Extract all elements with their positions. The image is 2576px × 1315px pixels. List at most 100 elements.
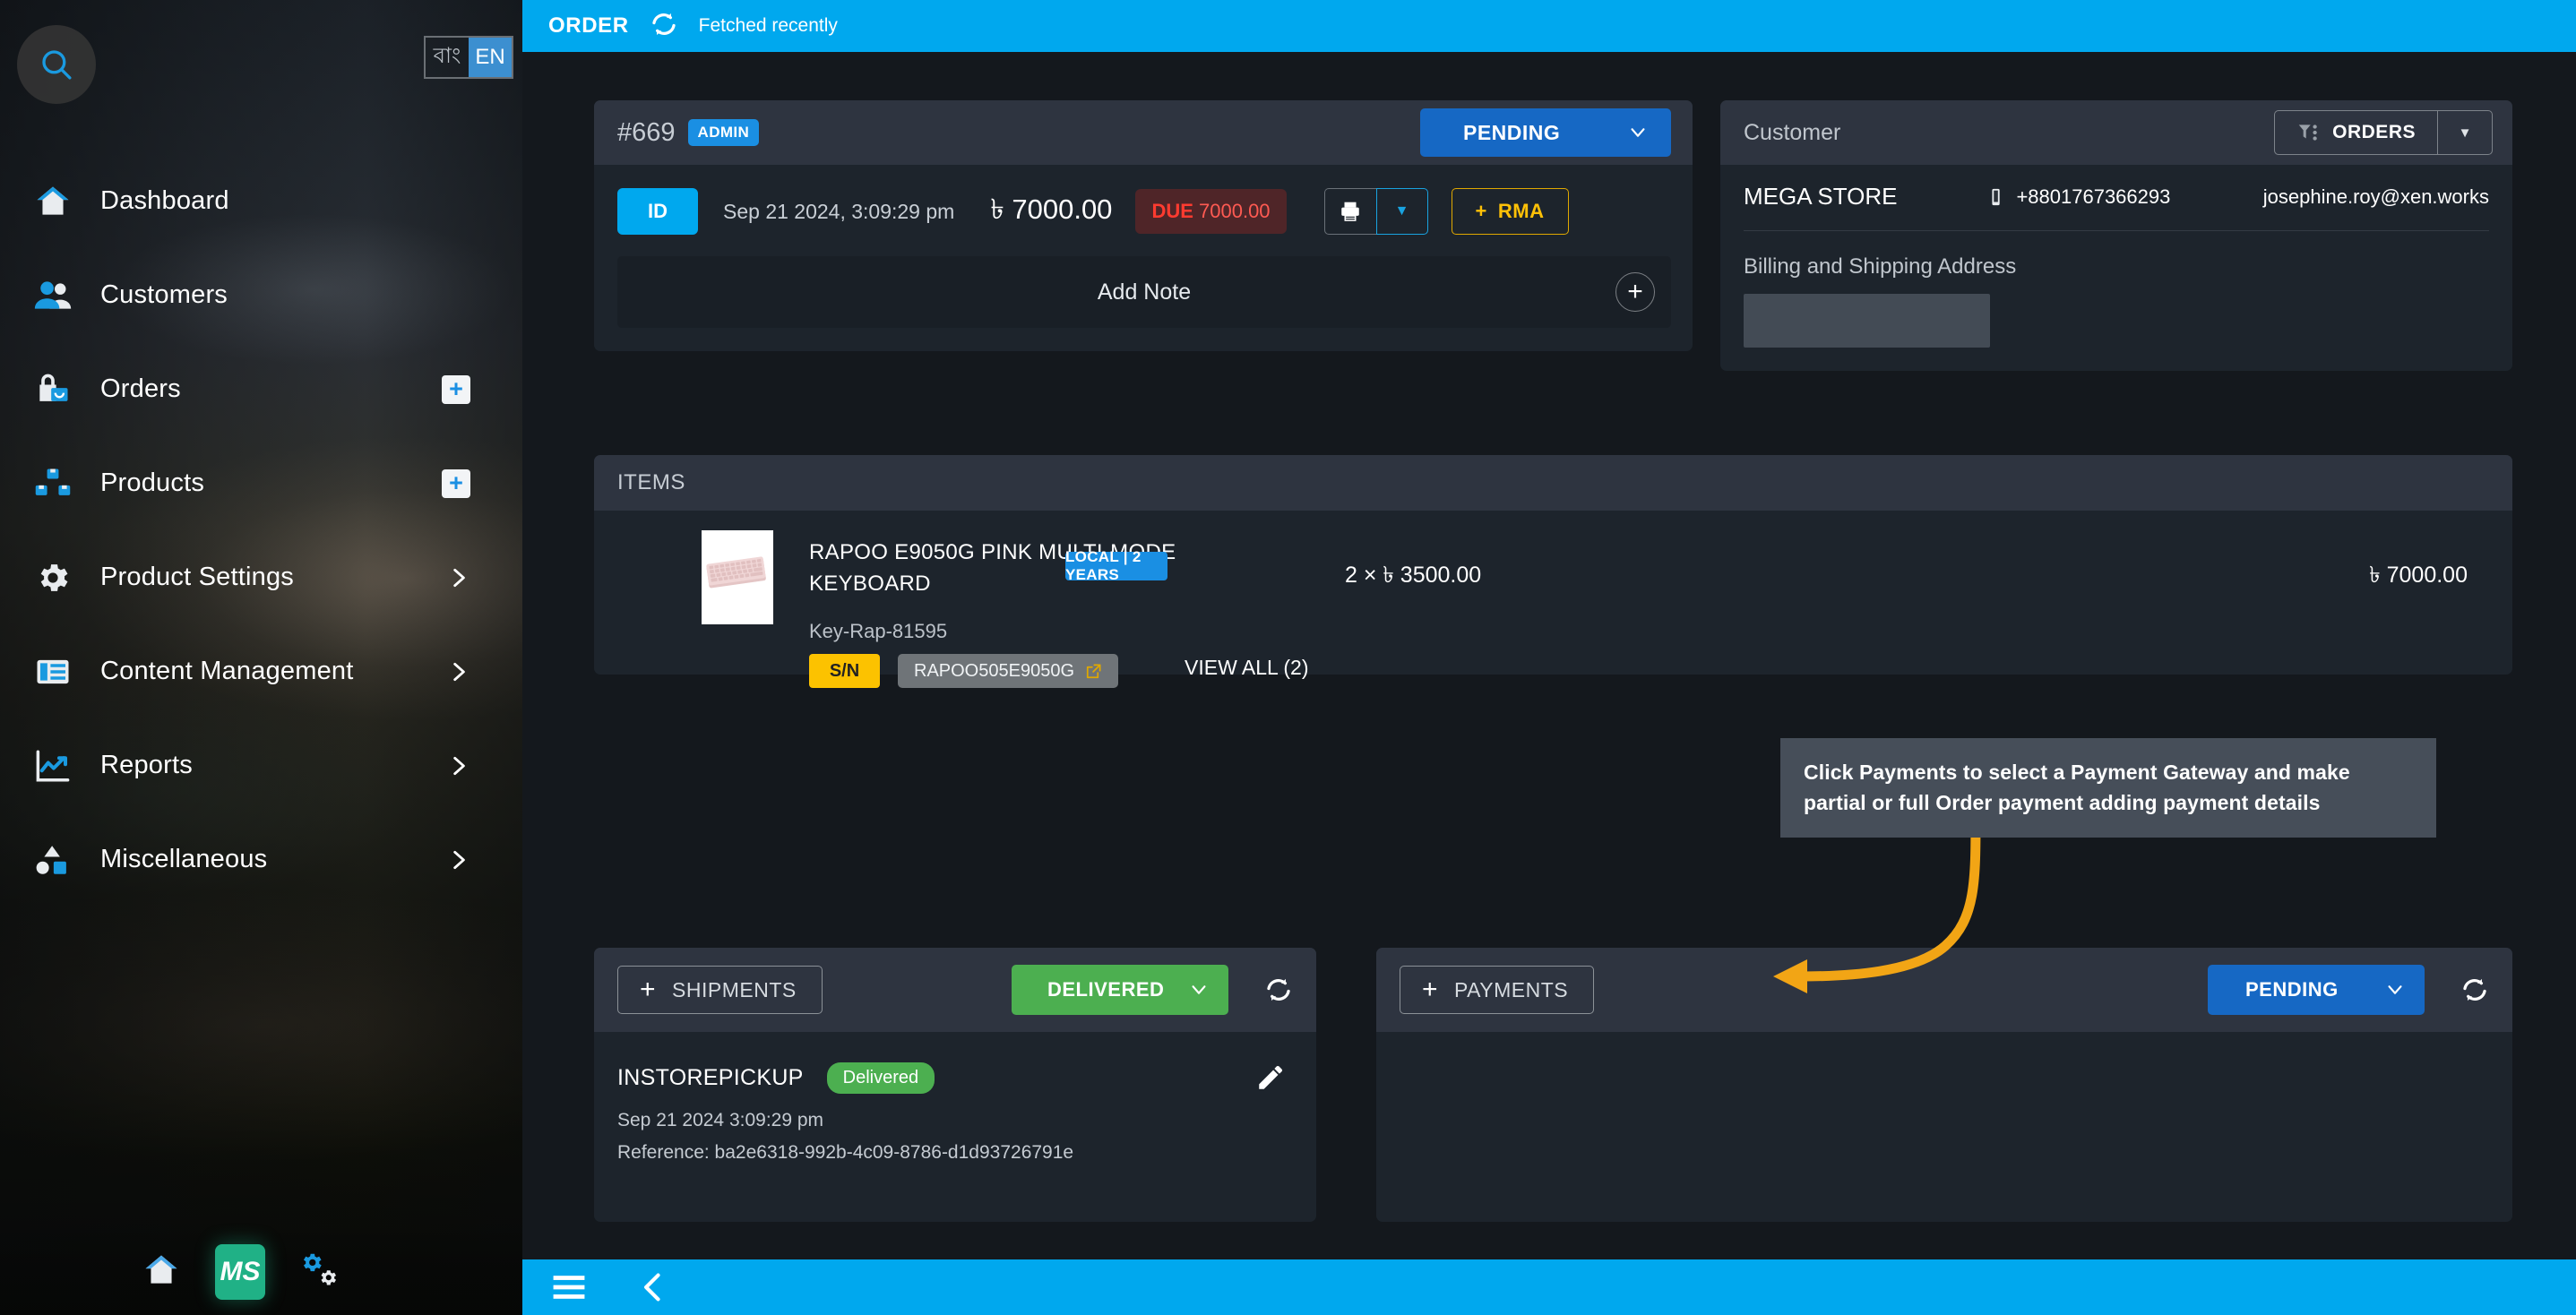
search-icon [42, 50, 72, 80]
chevron-down-icon [2388, 985, 2402, 994]
add-note-button[interactable]: + [1615, 272, 1655, 312]
edit-shipment-button[interactable] [1255, 1062, 1286, 1093]
shipment-status-label: DELIVERED [1047, 978, 1165, 1001]
plus-icon: + [1475, 200, 1487, 222]
sidebar-item-customers[interactable]: Customers [0, 248, 522, 342]
ms-badge[interactable]: MS [215, 1244, 265, 1300]
refresh-icon [2463, 978, 2486, 1001]
language-option-english[interactable]: EN [469, 38, 512, 77]
order-card-header: #669 ADMIN PENDING [594, 100, 1693, 165]
language-toggle[interactable]: বাং EN [424, 36, 513, 79]
hamburger-menu-icon [553, 1276, 585, 1299]
sidebar-item-content-management[interactable]: Content Management [0, 624, 522, 718]
sidebar-item-products[interactable]: Products + [0, 436, 522, 530]
sidebar-item-label: Reports [100, 751, 193, 779]
gear-icon [32, 557, 73, 598]
item-thumbnail[interactable] [702, 530, 773, 624]
plus-icon: + [640, 975, 657, 1004]
external-link-icon [1086, 664, 1101, 678]
sidebar-item-label: Dashboard [100, 186, 229, 215]
customer-orders-group: ORDERS ▼ [2274, 110, 2493, 155]
add-shipment-button[interactable]: + SHIPMENTS [617, 966, 823, 1014]
keyboard-image [702, 530, 773, 624]
search-button[interactable] [17, 25, 96, 104]
item-sku: Key-Rap-81595 [809, 620, 948, 642]
content-list-icon [32, 651, 73, 692]
order-summary-card: #669 ADMIN PENDING ID Sep 21 2024, 3:09:… [594, 100, 1693, 351]
add-product-button[interactable]: + [442, 468, 470, 498]
add-shipment-label: SHIPMENTS [672, 977, 797, 1001]
shipment-date: Sep 21 2024 3:09:29 pm [617, 1110, 824, 1130]
back-button[interactable] [630, 1264, 676, 1311]
print-button[interactable] [1323, 188, 1376, 235]
item-row: RAPOO E9050G PINK MULTI-MODE KEYBOARD Ke… [594, 511, 2512, 688]
order-date: Sep 21 2024, 3:09:29 pm [723, 199, 955, 223]
add-note-label: Add Note [1097, 279, 1192, 305]
rma-button[interactable]: + RMA [1451, 188, 1569, 235]
order-id-button[interactable]: ID [617, 188, 698, 235]
hamburger-menu-button[interactable] [546, 1264, 592, 1311]
refresh-icon[interactable] [649, 9, 679, 44]
shipment-method-row: INSTOREPICKUP Delivered [617, 1062, 1289, 1094]
chevron-right-icon [447, 566, 470, 589]
item-line-total: ৳ 7000.00 [2369, 563, 2468, 588]
add-note-row[interactable]: Add Note + [617, 256, 1671, 328]
language-option-bangla[interactable]: বাং [426, 38, 469, 77]
chevron-right-icon [447, 660, 470, 683]
gears-icon[interactable] [299, 1250, 340, 1295]
customer-phone[interactable]: +8801767366293 [1986, 185, 2170, 209]
admin-badge: ADMIN [687, 119, 760, 146]
shipments-refresh-button[interactable] [1261, 972, 1297, 1008]
item-serial-label: S/N [809, 654, 880, 688]
sidebar-item-miscellaneous[interactable]: Miscellaneous [0, 812, 522, 907]
add-payment-button[interactable]: + PAYMENTS [1400, 966, 1595, 1014]
customer-orders-button[interactable]: ORDERS [2274, 110, 2437, 155]
items-title: ITEMS [617, 470, 685, 494]
sidebar-item-label: Orders [100, 374, 181, 403]
print-options-dropdown[interactable]: ▼ [1375, 188, 1428, 235]
customers-icon [32, 275, 73, 316]
sidebar-nav: Dashboard Customers Orders + Products + … [0, 154, 522, 907]
sidebar-item-reports[interactable]: Reports [0, 718, 522, 812]
home-icon[interactable] [142, 1251, 181, 1294]
order-status-dropdown[interactable]: PENDING [1420, 108, 1671, 157]
sidebar-item-dashboard[interactable]: Dashboard [0, 154, 522, 248]
customer-orders-dropdown[interactable]: ▼ [2437, 110, 2493, 155]
sidebar-item-product-settings[interactable]: Product Settings [0, 530, 522, 624]
customer-info-row: MEGA STORE +8801767366293 josephine.roy@… [1744, 183, 2489, 231]
sidebar-item-orders[interactable]: Orders + [0, 342, 522, 436]
items-card: ITEMS RAPOO E9050G PINK MULTI-MODE KEYBO… [594, 455, 2512, 688]
printer-icon [1341, 202, 1359, 221]
pencil-icon [1259, 1066, 1282, 1089]
home-icon [32, 181, 73, 222]
shipment-status-dropdown[interactable]: DELIVERED [1012, 965, 1228, 1015]
order-number: #669 [617, 117, 676, 147]
chevron-left-icon [644, 1273, 660, 1302]
shipment-reference: Reference: ba2e6318-992b-4c09-8786-d1d93… [617, 1142, 1074, 1163]
item-serial-value: RAPOO505E9050G [914, 660, 1074, 681]
chevron-right-icon [447, 754, 470, 778]
bottom-bar [522, 1259, 2576, 1315]
payment-status-dropdown[interactable]: PENDING [2208, 965, 2425, 1015]
customer-email[interactable]: josephine.roy@xen.works [2263, 185, 2489, 209]
payment-status-label: PENDING [2245, 978, 2339, 1001]
products-boxes-icon [32, 463, 73, 504]
payments-card: + PAYMENTS PENDING [1376, 948, 2512, 1222]
top-bar: ORDER Fetched recently [522, 0, 2576, 52]
chevron-right-icon [447, 848, 470, 872]
add-order-button[interactable]: + [442, 374, 470, 404]
item-view-all-link[interactable]: VIEW ALL (2) [1185, 656, 1308, 680]
sidebar-item-label: Product Settings [100, 563, 294, 591]
item-unit-price: 2 × ৳ 3500.00 [1345, 563, 1482, 588]
refresh-icon [1267, 978, 1290, 1001]
payments-refresh-button[interactable] [2457, 972, 2493, 1008]
order-total-amount: ৳ 7000.00 [990, 193, 1113, 225]
shipment-row: INSTOREPICKUP Delivered Sep 21 2024 3:09… [594, 1032, 1316, 1164]
orders-button-label: ORDERS [2332, 122, 2416, 142]
shipment-method: INSTOREPICKUP [617, 1065, 804, 1090]
due-label: DUE [1151, 200, 1193, 222]
item-serial-chip[interactable]: RAPOO505E9050G [898, 654, 1118, 688]
phone-icon [1992, 188, 2001, 205]
page-title: ORDER [548, 13, 629, 38]
shipments-card: + SHIPMENTS DELIVERED INSTOREPICKUP Deli… [594, 948, 1316, 1222]
